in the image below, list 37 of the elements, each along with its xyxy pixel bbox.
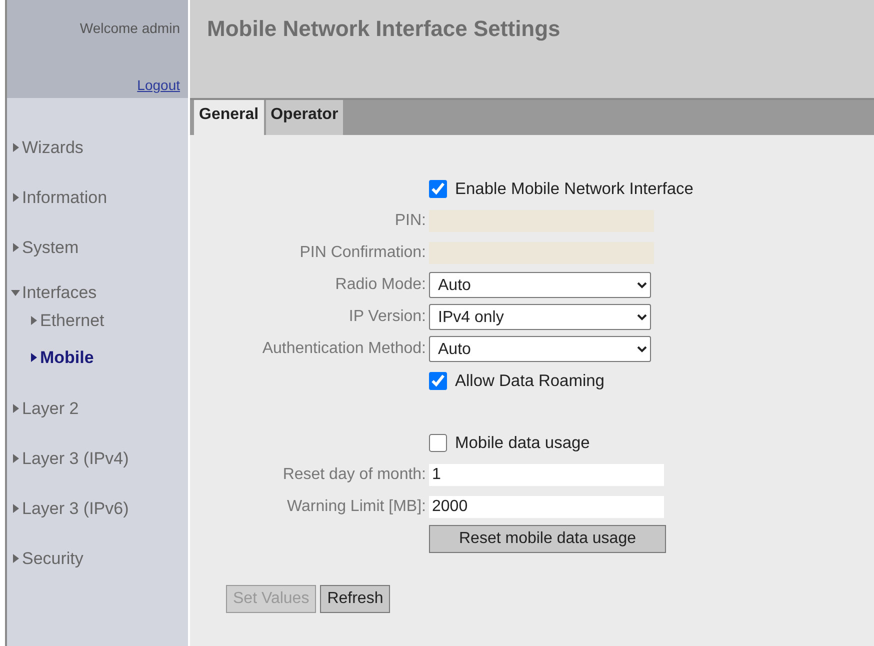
field-label: PIN Confirmation: <box>298 243 426 263</box>
sidebar-item[interactable]: Interfaces <box>11 284 188 301</box>
sidebar-item[interactable]: System <box>11 238 79 256</box>
dropdown[interactable]: Auto <box>429 272 651 298</box>
input-field[interactable]: 1 <box>429 464 664 486</box>
tab[interactable]: General <box>194 100 264 135</box>
sidebar-item[interactable]: Wizards <box>11 138 84 156</box>
sidebar-item[interactable]: Layer 3 (IPv6) <box>11 500 129 516</box>
input-field[interactable]: 2000 <box>429 496 664 518</box>
field-label: Radio Mode: <box>334 275 426 295</box>
checkbox[interactable] <box>429 180 447 198</box>
sidebar-item[interactable]: Layer 2 <box>11 400 79 416</box>
checkbox[interactable] <box>429 372 447 390</box>
reset-button[interactable]: Reset mobile data usage <box>429 525 666 553</box>
dropdown[interactable]: Auto <box>429 336 651 362</box>
triangle-right-icon <box>29 353 38 362</box>
sidebar-item[interactable]: Information <box>11 188 108 206</box>
triangle-right-icon <box>29 316 38 325</box>
logout-link[interactable]: Logout <box>7 75 180 96</box>
field-label: Authentication Method: <box>261 339 426 359</box>
field-label: Warning Limit [MB]: <box>286 497 426 517</box>
field-label: IP Version: <box>348 307 426 327</box>
checkbox[interactable] <box>429 434 447 452</box>
checkbox-label: Allow Data Roaming <box>455 370 604 392</box>
refresh-button[interactable]: Refresh <box>320 585 390 613</box>
dropdown[interactable]: IPv4 only <box>429 304 651 330</box>
welcome-text: Welcome admin <box>78 19 180 38</box>
checkbox-label: Enable Mobile Network Interface <box>455 178 694 200</box>
sidebar-item[interactable]: Layer 3 (IPv4) <box>11 450 129 466</box>
page-title: Mobile Network Interface Settings <box>207 16 562 42</box>
sidebar-item[interactable]: Security <box>11 550 84 566</box>
field-label: Reset day of month: <box>282 465 426 485</box>
sidebar-subitem[interactable]: Mobile <box>11 340 188 375</box>
field-label: PIN: <box>394 211 426 231</box>
sidebar-subitem[interactable]: Ethernet <box>11 303 188 338</box>
tab[interactable]: Operator <box>266 100 344 135</box>
checkbox-label: Mobile data usage <box>455 432 590 454</box>
